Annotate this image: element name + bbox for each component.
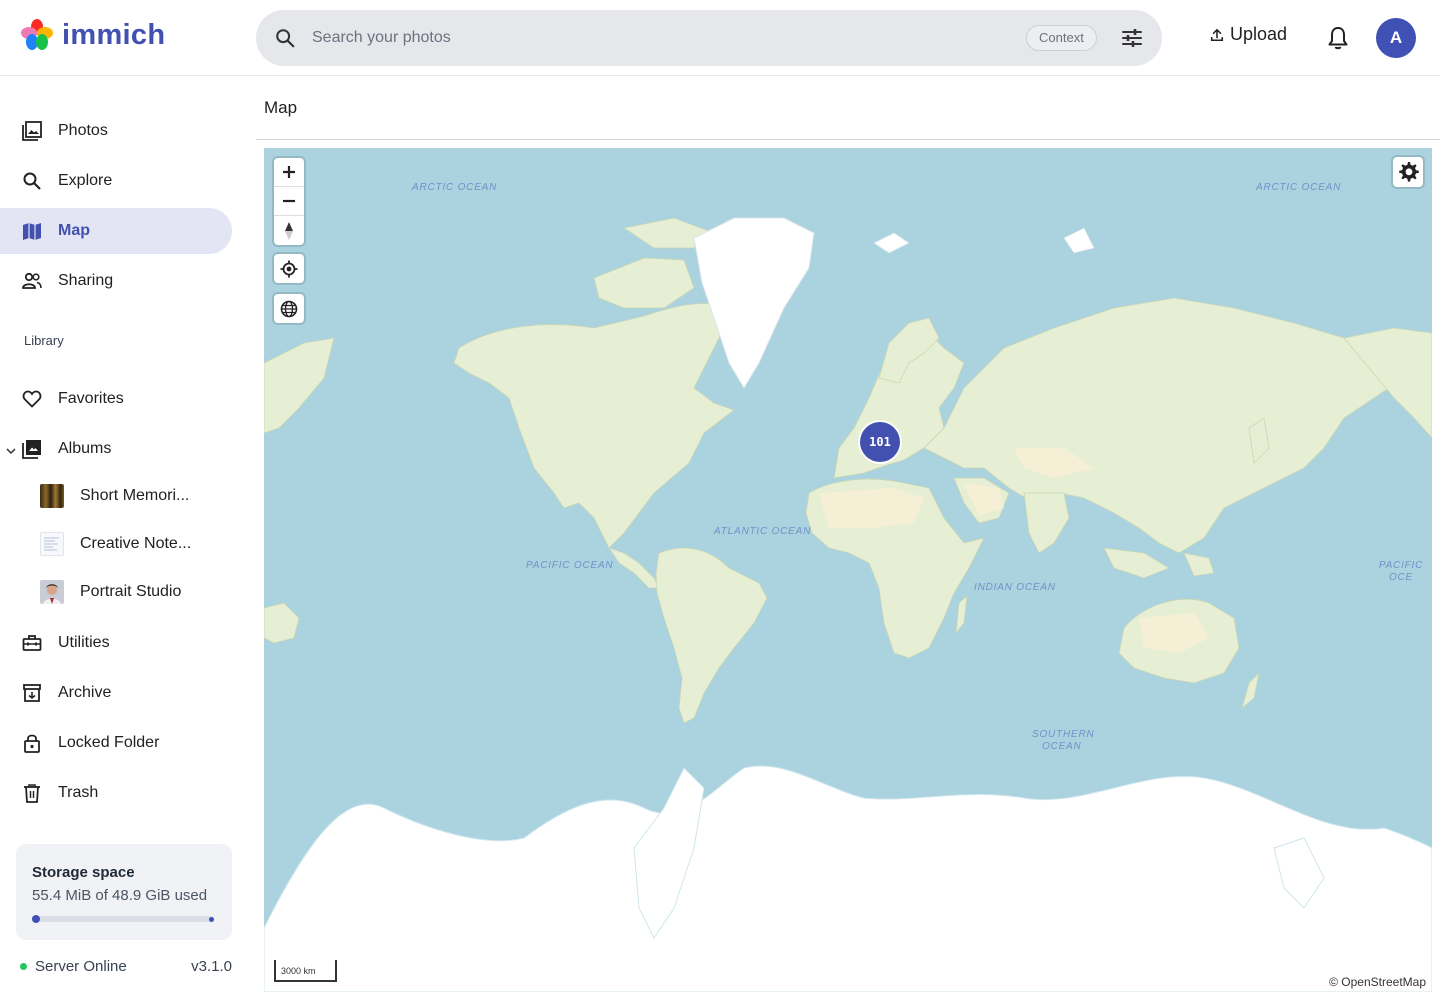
sidebar-item-label: Locked Folder <box>58 734 160 751</box>
server-status: Server Online v3.1.0 <box>20 958 232 975</box>
people-icon <box>22 271 42 291</box>
crosshair-icon <box>280 260 298 277</box>
ocean-label: OCEAN <box>1042 741 1082 752</box>
geolocate-button[interactable] <box>274 254 304 283</box>
heart-icon <box>22 389 42 409</box>
trash-icon <box>22 783 42 803</box>
album-thumbnail <box>40 484 64 508</box>
geolocate-control <box>274 254 304 283</box>
app-name: immich <box>62 18 166 51</box>
sidebar-item-label: Archive <box>58 684 112 701</box>
photo-cluster-marker[interactable]: 101 <box>860 422 900 462</box>
storage-title: Storage space <box>32 864 135 881</box>
server-status-label: Server Online <box>35 958 127 975</box>
sidebar-item-label: Sharing <box>58 272 114 289</box>
sidebar-item-photos[interactable]: Photos <box>0 108 232 154</box>
zoom-controls <box>274 158 304 245</box>
photos-icon <box>22 121 42 141</box>
ocean-label: ARCTIC OCEAN <box>1256 182 1342 193</box>
albums-icon <box>22 439 42 459</box>
search-icon[interactable] <box>274 27 296 49</box>
server-version[interactable]: v3.1.0 <box>191 958 232 975</box>
globe-control <box>274 294 304 323</box>
gear-icon <box>1399 162 1419 182</box>
library-section-label: Library <box>24 333 64 348</box>
sidebar-item-label: Utilities <box>58 634 110 651</box>
map-icon <box>22 221 42 241</box>
sidebar-item-label: Albums <box>58 440 112 457</box>
album-item-creative-notes[interactable]: Creative Note... <box>0 524 232 564</box>
sidebar-item-trash[interactable]: Trash <box>0 770 232 816</box>
minus-icon <box>283 199 295 203</box>
notifications-bell-icon[interactable] <box>1326 25 1350 51</box>
sidebar-item-sharing[interactable]: Sharing <box>0 258 232 304</box>
storage-progress-fill <box>32 915 40 923</box>
ocean-label: PACIFIC OCEAN <box>526 560 614 571</box>
ocean-label: SOUTHERN <box>1032 729 1095 740</box>
map-scale-bar: 3000 km <box>274 960 337 982</box>
sidebar-item-explore[interactable]: Explore <box>0 158 232 204</box>
sidebar-item-utilities[interactable]: Utilities <box>0 620 232 666</box>
upload-label: Upload <box>1230 24 1288 44</box>
search-icon <box>22 171 42 191</box>
zoom-out-button[interactable] <box>274 187 304 216</box>
zoom-in-button[interactable] <box>274 158 304 187</box>
storage-card: Storage space 55.4 MiB of 48.9 GiB used <box>16 844 232 940</box>
search-options-icon[interactable] <box>1120 26 1144 50</box>
sidebar: Photos Explore Map Sharing Library Favor… <box>0 76 248 1000</box>
upload-button[interactable]: Upload <box>1210 24 1287 45</box>
sidebar-item-label: Photos <box>58 122 108 139</box>
album-label: Portrait Studio <box>80 583 182 600</box>
map-view[interactable]: ARCTIC OCEAN ARCTIC OCEAN ATLANTIC OCEAN… <box>264 148 1432 992</box>
ocean-label: PACIFIC OCE <box>1378 560 1424 583</box>
compass-button[interactable] <box>274 216 304 245</box>
sidebar-item-archive[interactable]: Archive <box>0 670 232 716</box>
world-map-tiles <box>264 217 1432 992</box>
globe-icon <box>280 300 298 317</box>
page-title: Map <box>264 98 298 117</box>
sidebar-item-albums[interactable]: Albums <box>0 426 232 472</box>
title-divider <box>256 139 1440 140</box>
sidebar-item-label: Map <box>58 222 90 239</box>
sidebar-item-locked-folder[interactable]: Locked Folder <box>0 720 232 766</box>
status-dot-icon <box>20 963 27 970</box>
sidebar-item-label: Explore <box>58 172 113 189</box>
context-toggle[interactable]: Context <box>1026 25 1097 51</box>
sidebar-item-label: Favorites <box>58 390 124 407</box>
archive-icon <box>22 683 42 703</box>
map-settings-button[interactable] <box>1393 157 1423 187</box>
album-item-short-memories[interactable]: Short Memori... <box>0 476 232 516</box>
album-label: Short Memori... <box>80 487 190 504</box>
ocean-label: ARCTIC OCEAN <box>412 182 498 193</box>
map-attribution[interactable]: © OpenStreetMap <box>1327 974 1428 990</box>
user-avatar[interactable]: A <box>1376 18 1416 58</box>
compass-icon <box>285 221 293 240</box>
top-bar: immich Context Upload A <box>0 0 1440 76</box>
storage-usage: 55.4 MiB of 48.9 GiB used <box>32 887 208 904</box>
search-input[interactable] <box>312 24 1012 52</box>
lock-icon <box>22 733 42 753</box>
immich-logo[interactable]: immich <box>20 18 165 52</box>
ocean-label: INDIAN OCEAN <box>974 582 1056 593</box>
album-label: Creative Note... <box>80 535 192 552</box>
album-thumbnail <box>40 580 64 604</box>
storage-progress-end <box>209 917 214 922</box>
storage-progress-bar <box>32 915 214 923</box>
album-thumbnail <box>40 532 64 556</box>
sidebar-item-map[interactable]: Map <box>0 208 232 254</box>
immich-logo-icon <box>21 19 53 50</box>
toolbox-icon <box>22 633 42 653</box>
globe-projection-button[interactable] <box>274 294 304 323</box>
sidebar-item-label: Trash <box>58 784 99 801</box>
plus-icon <box>283 166 295 178</box>
album-item-portrait-studio[interactable]: Portrait Studio <box>0 572 232 612</box>
sidebar-item-favorites[interactable]: Favorites <box>0 376 232 422</box>
search-bar[interactable]: Context <box>256 10 1162 66</box>
upload-icon <box>1210 28 1224 41</box>
ocean-label: ATLANTIC OCEAN <box>714 526 812 537</box>
